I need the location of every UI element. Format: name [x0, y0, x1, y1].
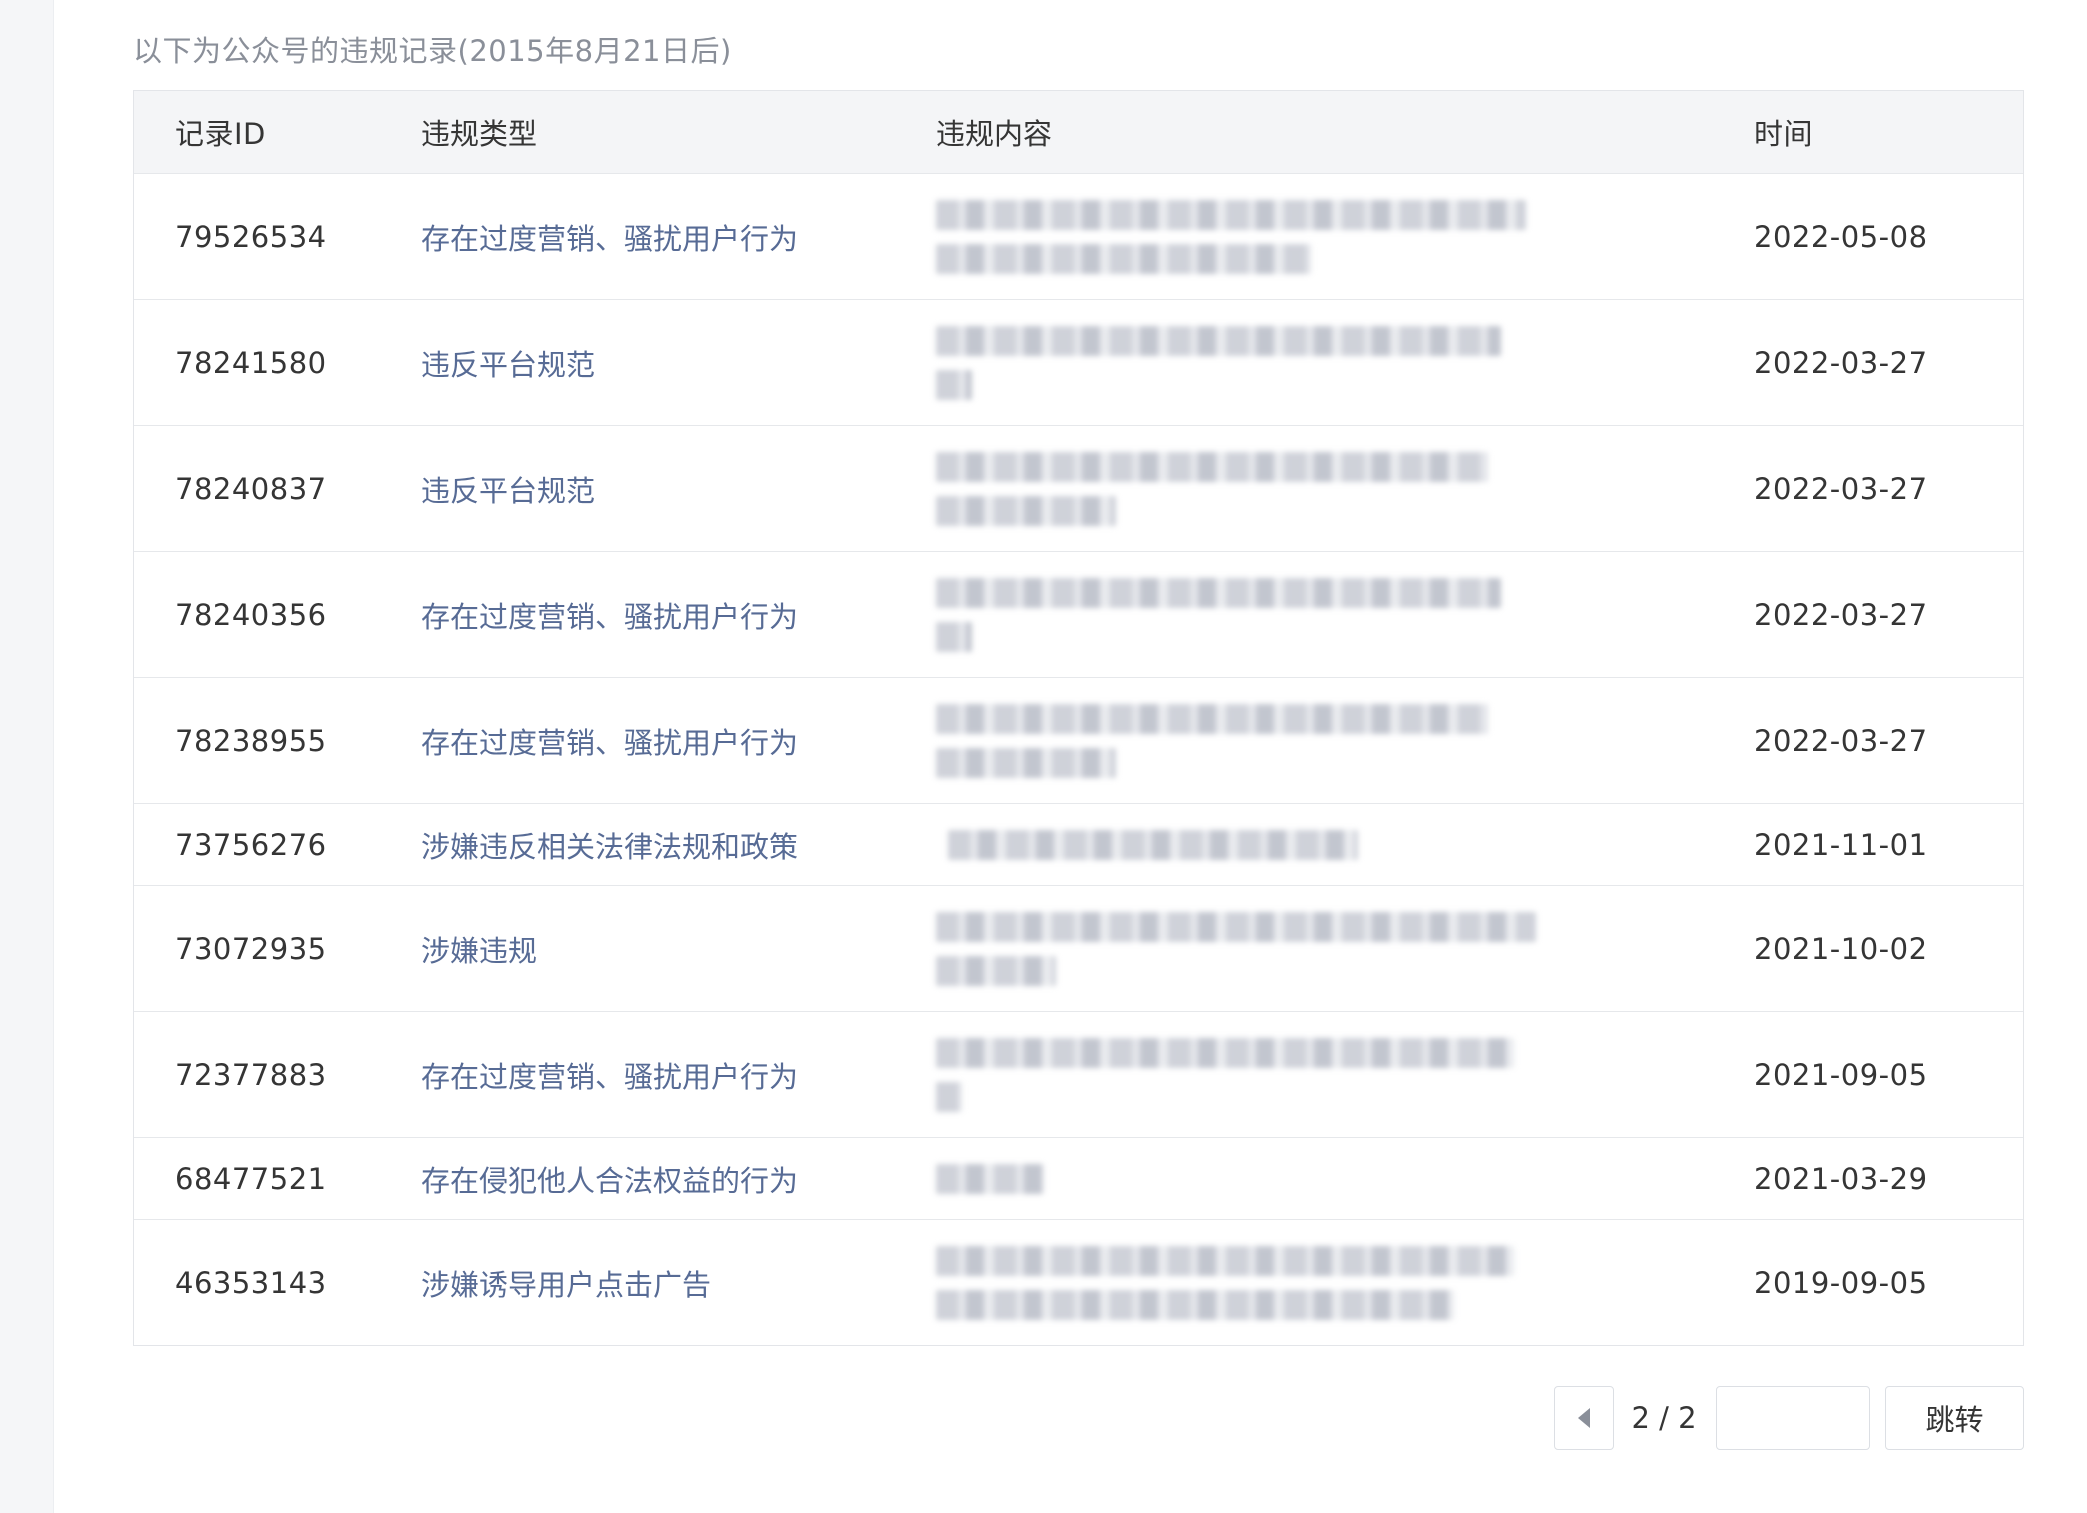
page-indicator: 2 / 2 [1631, 1401, 1697, 1435]
redacted-text-blur [936, 829, 1358, 860]
violation-type-link[interactable]: 存在过度营销、骚扰用户行为 [421, 174, 798, 299]
jump-button[interactable]: 跳转 [1885, 1386, 2024, 1450]
violation-content-redacted [936, 886, 1576, 1011]
violation-content-redacted [936, 1012, 1576, 1137]
record-id: 78240356 [175, 597, 327, 632]
record-time: 2022-05-08 [1754, 219, 1928, 254]
violation-type-link[interactable]: 违反平台规范 [421, 300, 595, 425]
violation-type-link[interactable]: 涉嫌诱导用户点击广告 [421, 1220, 711, 1345]
violation-table: 记录ID 违规类型 违规内容 时间 79526534 存在过度营销、骚扰用户行为… [133, 90, 2024, 1346]
record-time: 2021-09-05 [1754, 1057, 1928, 1092]
violation-content-redacted [936, 1220, 1576, 1345]
header-violation-type: 违规类型 [421, 117, 538, 151]
violation-content-redacted [936, 804, 1576, 885]
redacted-text-blur [936, 911, 1536, 986]
header-violation-content: 违规内容 [936, 117, 1053, 151]
violation-type-link[interactable]: 存在侵犯他人合法权益的行为 [421, 1138, 798, 1219]
record-id: 46353143 [175, 1265, 327, 1300]
table-row: 73072935 涉嫌违规 2021-10-02 [134, 885, 2023, 1011]
header-time: 时间 [1754, 117, 1814, 151]
record-id: 78240837 [175, 471, 327, 506]
violation-content-redacted [936, 552, 1576, 677]
redacted-text-blur [936, 703, 1488, 778]
redacted-text-blur [936, 577, 1501, 652]
left-sidebar-strip [0, 0, 54, 1513]
violation-content-redacted [936, 678, 1576, 803]
table-row: 73756276 涉嫌违反相关法律法规和政策 2021-11-01 [134, 803, 2023, 885]
caret-left-icon [1578, 1408, 1590, 1428]
table-row: 78240837 违反平台规范 2022-03-27 [134, 425, 2023, 551]
record-id: 79526534 [175, 219, 327, 254]
violation-content-redacted [936, 426, 1576, 551]
records-notice: 以下为公众号的违规记录(2015年8月21日后) [133, 34, 732, 68]
redacted-text-blur [936, 325, 1501, 400]
violation-records-page: 以下为公众号的违规记录(2015年8月21日后) 记录ID 违规类型 违规内容 … [0, 0, 2087, 1513]
record-time: 2022-03-27 [1754, 723, 1928, 758]
violation-type-link[interactable]: 涉嫌违反相关法律法规和政策 [421, 804, 798, 885]
record-time: 2019-09-05 [1754, 1265, 1928, 1300]
page-jump-input[interactable] [1716, 1386, 1870, 1450]
table-row: 46353143 涉嫌诱导用户点击广告 2019-09-05 [134, 1219, 2023, 1345]
table-row: 72377883 存在过度营销、骚扰用户行为 2021-09-05 [134, 1011, 2023, 1137]
table-row: 78240356 存在过度营销、骚扰用户行为 2022-03-27 [134, 551, 2023, 677]
record-time: 2022-03-27 [1754, 597, 1928, 632]
table-row: 68477521 存在侵犯他人合法权益的行为 2021-03-29 [134, 1137, 2023, 1219]
header-record-id: 记录ID [175, 117, 266, 151]
record-time: 2022-03-27 [1754, 471, 1928, 506]
redacted-text-blur [936, 199, 1526, 274]
record-id: 73072935 [175, 931, 327, 966]
violation-type-link[interactable]: 违反平台规范 [421, 426, 595, 551]
redacted-text-blur [936, 1037, 1514, 1112]
violation-type-link[interactable]: 存在过度营销、骚扰用户行为 [421, 552, 798, 677]
redacted-text-blur [936, 451, 1488, 526]
violation-type-link[interactable]: 存在过度营销、骚扰用户行为 [421, 678, 798, 803]
violation-type-link[interactable]: 存在过度营销、骚扰用户行为 [421, 1012, 798, 1137]
table-row: 78241580 违反平台规范 2022-03-27 [134, 299, 2023, 425]
violation-type-link[interactable]: 涉嫌违规 [421, 886, 537, 1011]
record-id: 78238955 [175, 723, 327, 758]
violation-content-redacted [936, 300, 1576, 425]
record-time: 2021-11-01 [1754, 827, 1928, 862]
record-time: 2021-10-02 [1754, 931, 1928, 966]
record-id: 73756276 [175, 827, 327, 862]
record-time: 2021-03-29 [1754, 1161, 1928, 1196]
prev-page-button[interactable] [1554, 1386, 1614, 1450]
redacted-text-blur [936, 1245, 1514, 1320]
table-header-row: 记录ID 违规类型 违规内容 时间 [134, 91, 2023, 173]
violation-content-redacted [936, 1138, 1576, 1219]
record-id: 78241580 [175, 345, 327, 380]
violation-content-redacted [936, 174, 1576, 299]
redacted-text-blur [936, 1163, 1044, 1194]
record-id: 72377883 [175, 1057, 327, 1092]
record-time: 2022-03-27 [1754, 345, 1928, 380]
record-id: 68477521 [175, 1161, 327, 1196]
table-row: 79526534 存在过度营销、骚扰用户行为 2022-05-08 [134, 173, 2023, 299]
table-row: 78238955 存在过度营销、骚扰用户行为 2022-03-27 [134, 677, 2023, 803]
